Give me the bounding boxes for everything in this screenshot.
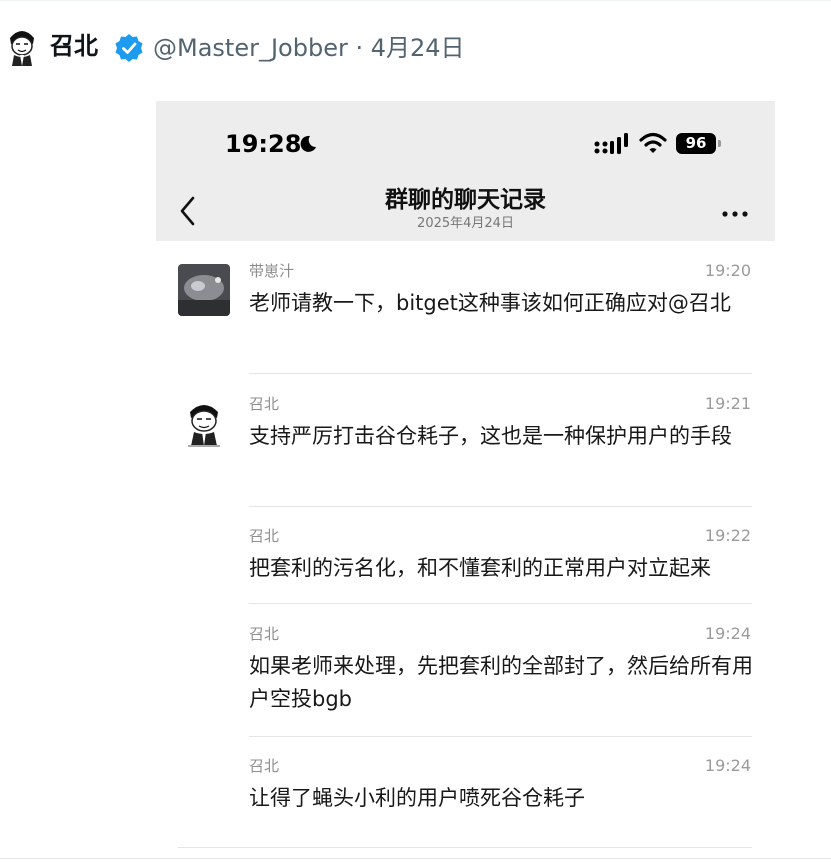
message-divider bbox=[249, 736, 752, 737]
message-sender: 召北 bbox=[249, 527, 280, 545]
message-text: 让得了蝇头小利的用户喷死谷仓耗子 bbox=[249, 786, 585, 810]
message-time: 19:22 bbox=[704, 526, 751, 545]
battery-indicator: 96 bbox=[676, 133, 722, 154]
chat-header: 19:28 96 群聊的聊天记录 2025年4月24日 bbox=[156, 101, 775, 241]
message-divider bbox=[249, 603, 752, 604]
message-time: 19:21 bbox=[704, 394, 751, 413]
message-time: 19:24 bbox=[704, 756, 751, 775]
message-time: 19:24 bbox=[704, 624, 751, 643]
author-avatar[interactable] bbox=[4, 24, 40, 66]
message-text: 如果老师来处理，先把套利的全部封了，然后给所有用户空投bgb bbox=[249, 654, 753, 711]
message-divider bbox=[249, 373, 752, 374]
author-name[interactable]: 召北 bbox=[50, 28, 98, 64]
attached-chat-screenshot[interactable]: 19:28 96 群聊的聊天记录 2025年4月24日 带崽汁 19:20 老师… bbox=[156, 101, 775, 861]
battery-level: 96 bbox=[676, 133, 716, 154]
chat-date: 2025年4月24日 bbox=[417, 216, 514, 231]
chat-title: 群聊的聊天记录 bbox=[385, 187, 546, 213]
battery-nub bbox=[718, 140, 721, 147]
message-text: 把套利的污名化，和不懂套利的正常用户对立起来 bbox=[249, 556, 711, 580]
photo-avatar[interactable] bbox=[178, 264, 230, 316]
message-sender: 召北 bbox=[249, 395, 280, 413]
handle-and-date[interactable]: @Master_Jobber · 4月24日 bbox=[153, 30, 465, 66]
message-sender: 召北 bbox=[249, 757, 280, 775]
message-divider bbox=[178, 847, 752, 848]
cartoon-avatar[interactable] bbox=[178, 396, 230, 448]
top-border bbox=[0, 0, 831, 1]
message-time: 19:20 bbox=[704, 261, 751, 280]
message-text: 老师请教一下，bitget这种事该如何正确应对@召北 bbox=[249, 291, 731, 315]
more-icon[interactable] bbox=[721, 204, 749, 217]
bottom-border bbox=[0, 858, 831, 859]
cellular-signal-icon bbox=[594, 133, 628, 155]
message-sender: 召北 bbox=[249, 625, 280, 643]
verified-badge-icon bbox=[114, 33, 144, 63]
moon-icon bbox=[298, 134, 318, 154]
message-divider bbox=[249, 506, 752, 507]
message-sender: 带崽汁 bbox=[249, 262, 295, 280]
message-text: 支持严厉打击谷仓耗子，这也是一种保护用户的手段 bbox=[249, 424, 732, 448]
wifi-icon bbox=[639, 132, 667, 154]
status-time: 19:28 bbox=[225, 130, 302, 158]
